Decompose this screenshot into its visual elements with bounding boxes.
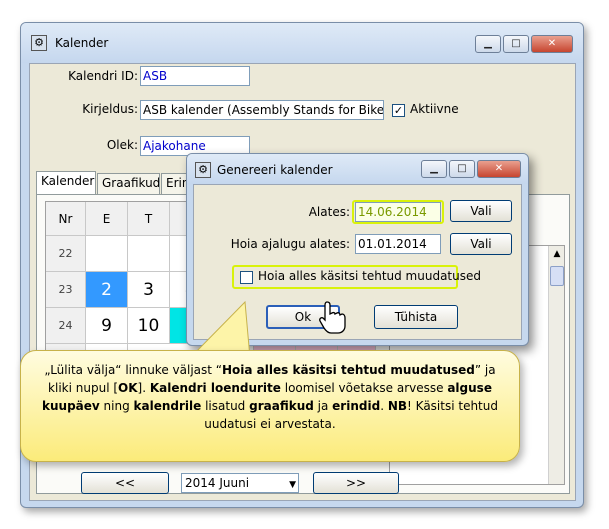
day-cell[interactable]: 3: [128, 272, 170, 308]
week-number-header: Nr: [46, 202, 86, 236]
active-checkbox[interactable]: ✓: [392, 104, 405, 117]
callout-text: .: [380, 399, 388, 413]
from-date-field[interactable]: 14.06.2014: [355, 202, 441, 222]
from-pick-button[interactable]: Vali: [450, 200, 512, 222]
scrollbar-thumb[interactable]: [550, 266, 564, 286]
callout-text-bold: NB: [387, 399, 408, 413]
history-date-label: Hoia ajalugu alates:: [230, 237, 350, 251]
keep-changes-checkbox[interactable]: [240, 271, 253, 284]
maximize-icon[interactable]: □: [503, 35, 529, 53]
month-select[interactable]: 2014 Juuni ▼: [181, 473, 299, 493]
description-label: Kirjeldus:: [82, 102, 138, 116]
state-label: Olek:: [106, 138, 138, 152]
week-number: 23: [46, 272, 86, 308]
main-window-title: Kalender: [55, 36, 109, 50]
callout-text: lisatud: [201, 399, 250, 413]
tab-graafikud[interactable]: Graafikud: [97, 173, 160, 194]
close-icon[interactable]: ✕: [531, 35, 573, 53]
callout-text-bold: kalendrile: [133, 399, 202, 413]
dialog-app-icon: ⚙: [195, 162, 211, 178]
prev-month-button[interactable]: <<: [81, 472, 169, 494]
main-titlebar[interactable]: ⚙ Kalender ▁ □ ✕: [21, 23, 583, 63]
history-date-field[interactable]: 01.01.2014: [355, 234, 441, 254]
callout-text-bold: OK: [118, 381, 138, 395]
day-header: E: [86, 202, 128, 236]
maximize-icon[interactable]: □: [449, 160, 475, 178]
calendar-id-label: Kalendri ID:: [68, 69, 138, 83]
calendar-id-field[interactable]: ASB: [140, 66, 250, 86]
day-cell-selected[interactable]: 2: [86, 272, 128, 308]
description-field[interactable]: ASB kalender (Assembly Stands for Bikes): [140, 100, 384, 120]
scrollbar[interactable]: ▲: [548, 246, 564, 484]
calendar-app-icon: ⚙: [31, 35, 47, 51]
callout-text-bold: graafikud: [249, 399, 314, 413]
month-select-value: 2014 Juuni: [185, 476, 250, 490]
day-header: T: [128, 202, 170, 236]
callout-text-bold: Kalendri loendurite: [149, 381, 281, 395]
instruction-callout: „Lülita välja“ linnuke väljast “Hoia all…: [20, 350, 520, 462]
dialog-titlebar[interactable]: ⚙ Genereeri kalender ▁ □ ✕: [187, 154, 528, 184]
callout-text: ].: [137, 381, 150, 395]
day-cell[interactable]: 10: [128, 308, 170, 344]
scroll-up-icon[interactable]: ▲: [551, 248, 563, 260]
chevron-down-icon[interactable]: ▼: [289, 476, 296, 494]
callout-text-bold: erindid: [332, 399, 381, 413]
callout-text: ja: [313, 399, 333, 413]
minimize-icon[interactable]: ▁: [421, 160, 447, 178]
keep-changes-label: Hoia alles käsitsi tehtud muudatused: [258, 269, 481, 283]
dialog-title: Genereeri kalender: [217, 163, 333, 177]
from-date-label: Alates:: [308, 205, 350, 219]
callout-text: „Lülita välja“ linnuke väljast “: [44, 363, 222, 377]
minimize-icon[interactable]: ▁: [475, 35, 501, 53]
day-cell[interactable]: 9: [86, 308, 128, 344]
callout-text: loomisel võetakse arvesse: [280, 381, 448, 395]
hand-cursor-icon: [319, 301, 346, 334]
day-cell[interactable]: [128, 236, 170, 272]
callout-text: ning: [99, 399, 134, 413]
week-number: 24: [46, 308, 86, 344]
close-icon[interactable]: ✕: [477, 160, 521, 178]
next-month-button[interactable]: >>: [313, 472, 399, 494]
week-number: 22: [46, 236, 86, 272]
day-cell[interactable]: [86, 236, 128, 272]
callout-text-bold: Hoia alles käsitsi tehtud muudatused: [222, 363, 475, 377]
history-pick-button[interactable]: Vali: [450, 233, 512, 255]
cancel-button[interactable]: Tühista: [374, 305, 458, 329]
tab-kalender[interactable]: Kalender: [36, 171, 96, 194]
active-label: Aktiivne: [410, 102, 459, 116]
